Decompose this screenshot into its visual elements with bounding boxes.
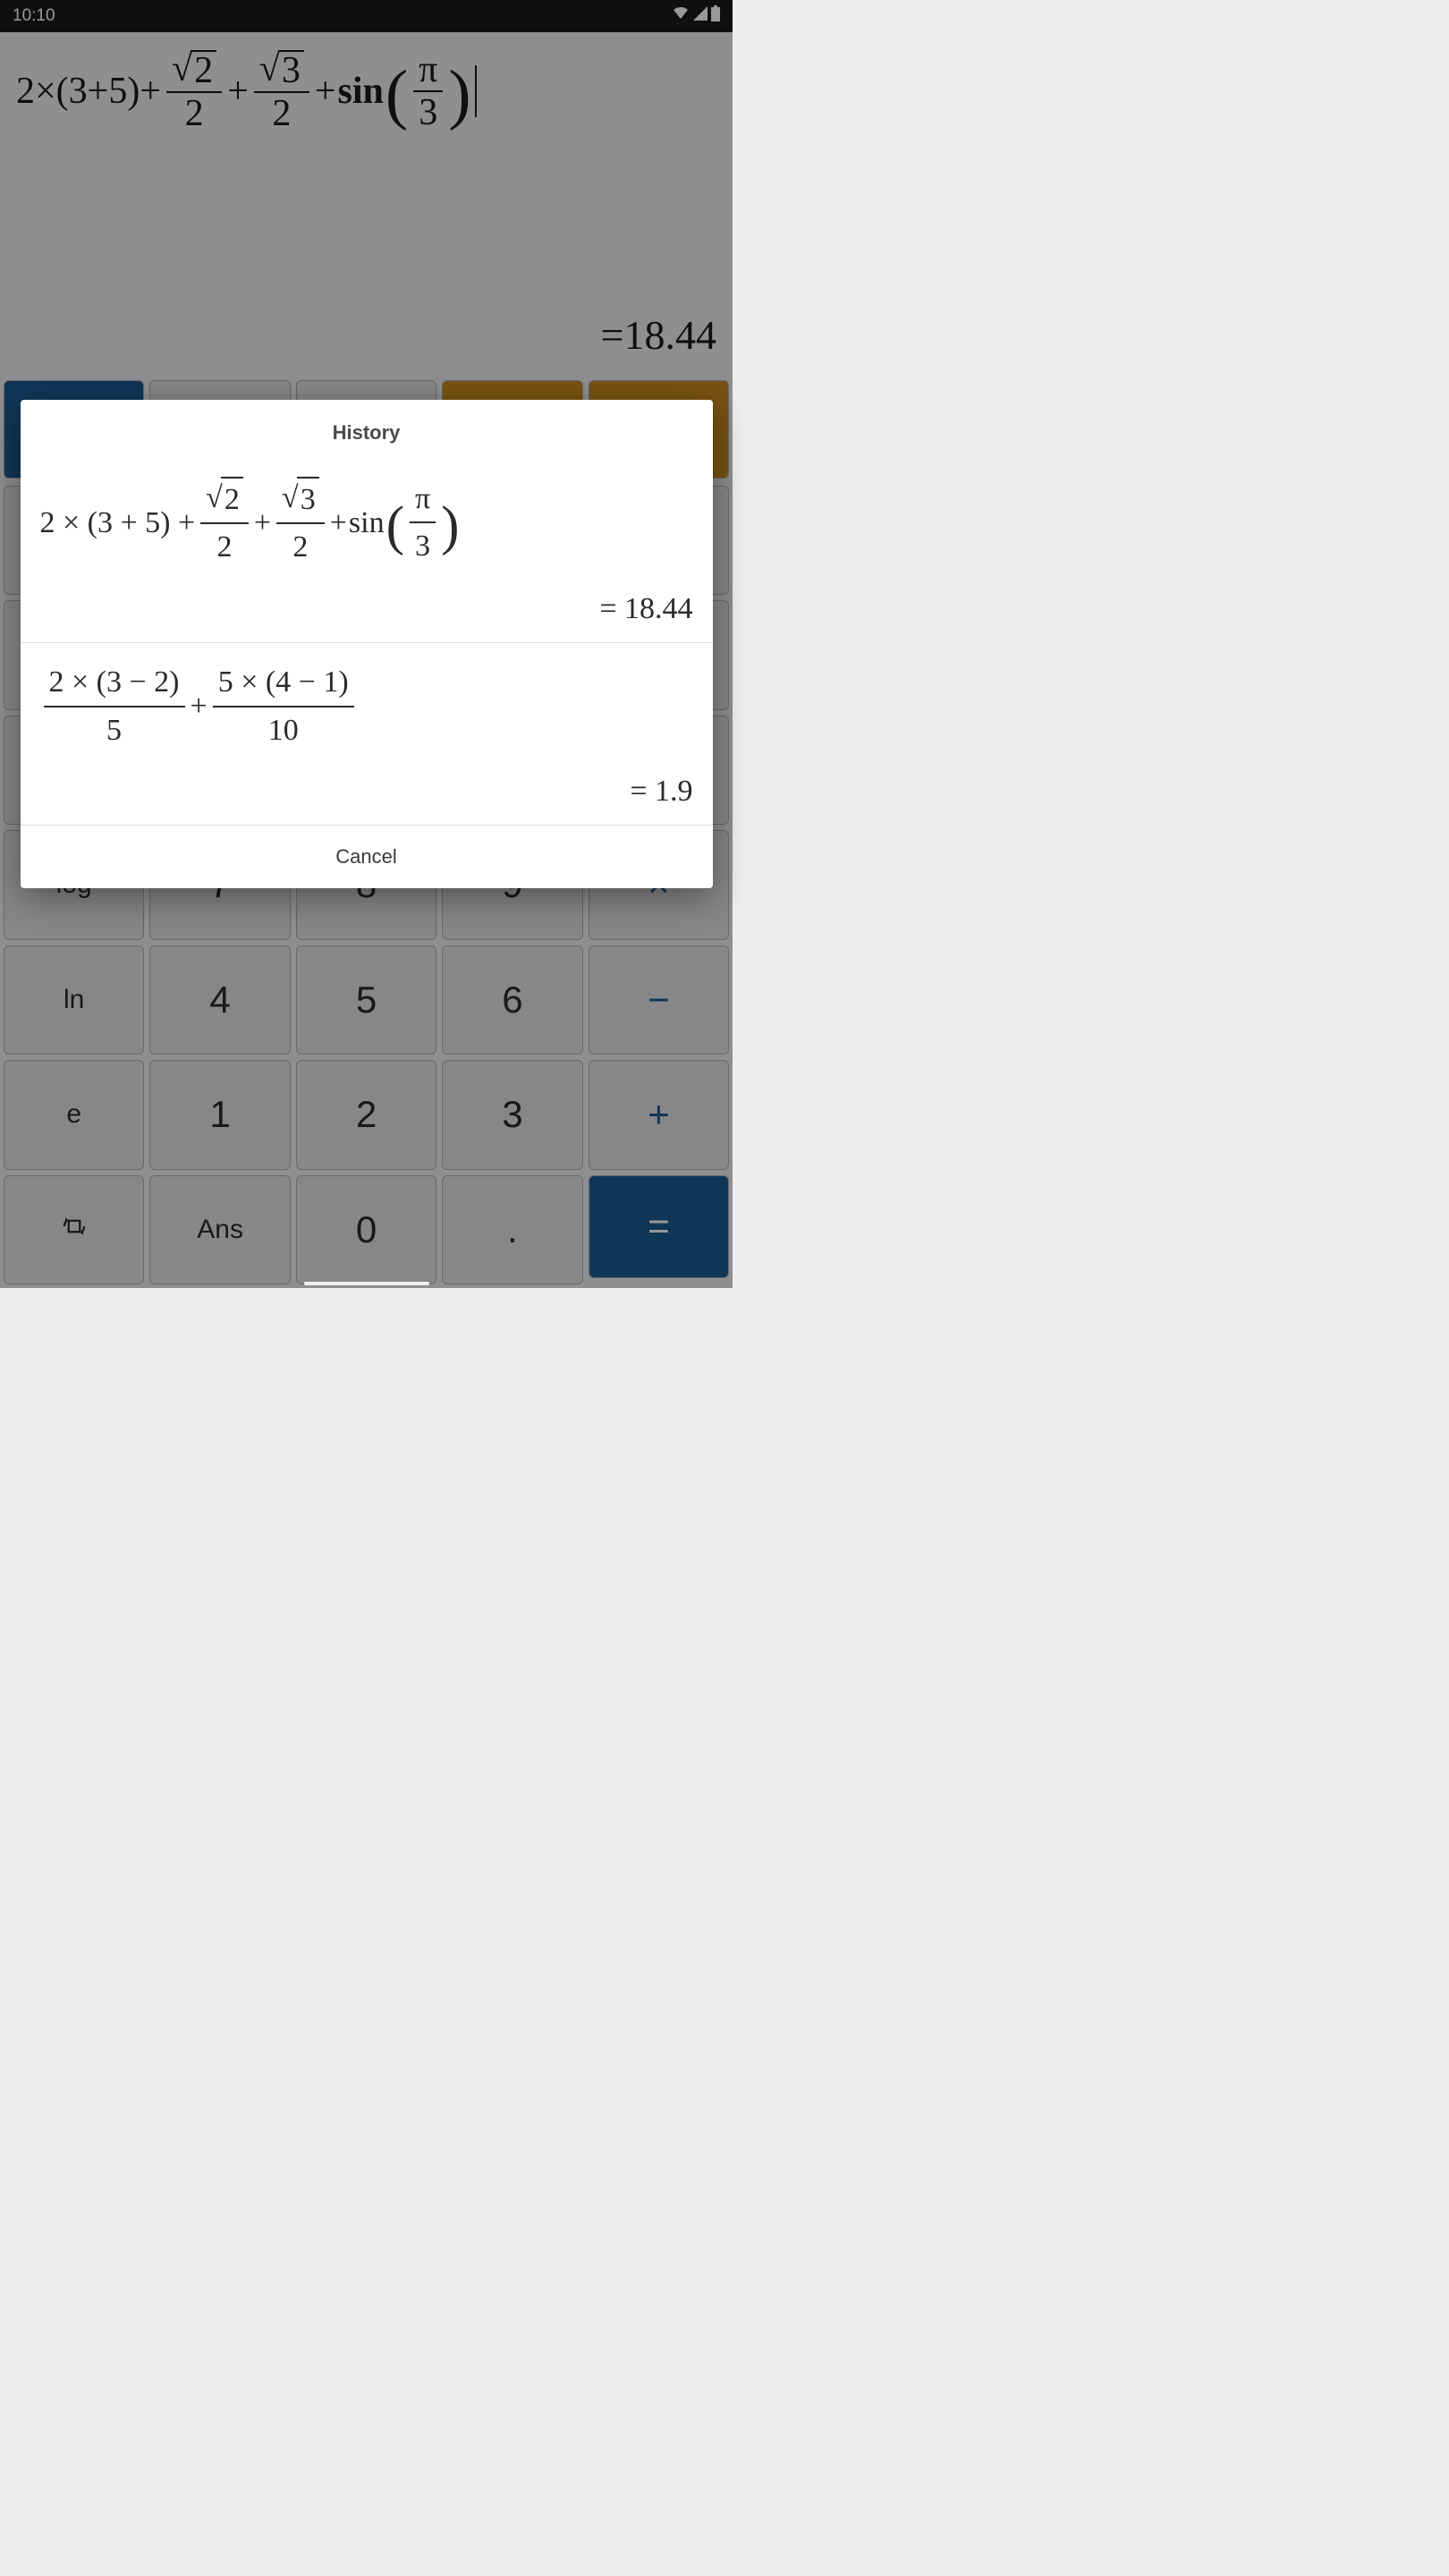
hist-plus: + <box>330 502 347 545</box>
nav-handle[interactable] <box>304 1282 429 1285</box>
dialog-title: History <box>21 400 713 459</box>
hist-lparen: ( <box>386 507 404 546</box>
history-result: = 18.44 <box>40 592 693 626</box>
hist-sin: sin <box>349 502 385 545</box>
hist-den: 10 <box>263 708 304 752</box>
hist-den: 5 <box>101 708 127 752</box>
hist-rparen: ) <box>441 507 459 546</box>
history-result: = 1.9 <box>40 775 693 809</box>
modal-overlay[interactable]: History 2 × (3 + 5) + √2 2 + √3 2 + sin <box>0 0 733 1288</box>
cancel-button[interactable]: Cancel <box>21 826 713 888</box>
hist-den: 3 <box>410 523 436 568</box>
hist-den: 2 <box>212 524 238 569</box>
hist-sqrt: 2 <box>221 477 243 521</box>
hist-sqrt: 3 <box>297 477 319 521</box>
hist-den: 2 <box>287 524 313 569</box>
history-dialog: History 2 × (3 + 5) + √2 2 + √3 2 + sin <box>21 400 713 888</box>
history-item[interactable]: 2 × (3 − 2) 5 + 5 × (4 − 1) 10 = 1.9 <box>21 643 713 826</box>
hist-num: 2 × (3 − 2) <box>44 661 185 708</box>
history-list: 2 × (3 + 5) + √2 2 + √3 2 + sin ( π <box>21 459 713 826</box>
hist-plus: + <box>191 685 208 728</box>
hist-num: 5 × (4 − 1) <box>213 661 354 708</box>
hist-pi: π <box>410 478 436 524</box>
hist-text: 2 × (3 + 5) + <box>40 502 196 545</box>
history-expression: 2 × (3 + 5) + √2 2 + √3 2 + sin ( π <box>40 477 460 569</box>
history-item[interactable]: 2 × (3 + 5) + √2 2 + √3 2 + sin ( π <box>21 459 713 643</box>
history-expression: 2 × (3 − 2) 5 + 5 × (4 − 1) 10 <box>40 661 358 751</box>
hist-plus: + <box>254 502 271 545</box>
